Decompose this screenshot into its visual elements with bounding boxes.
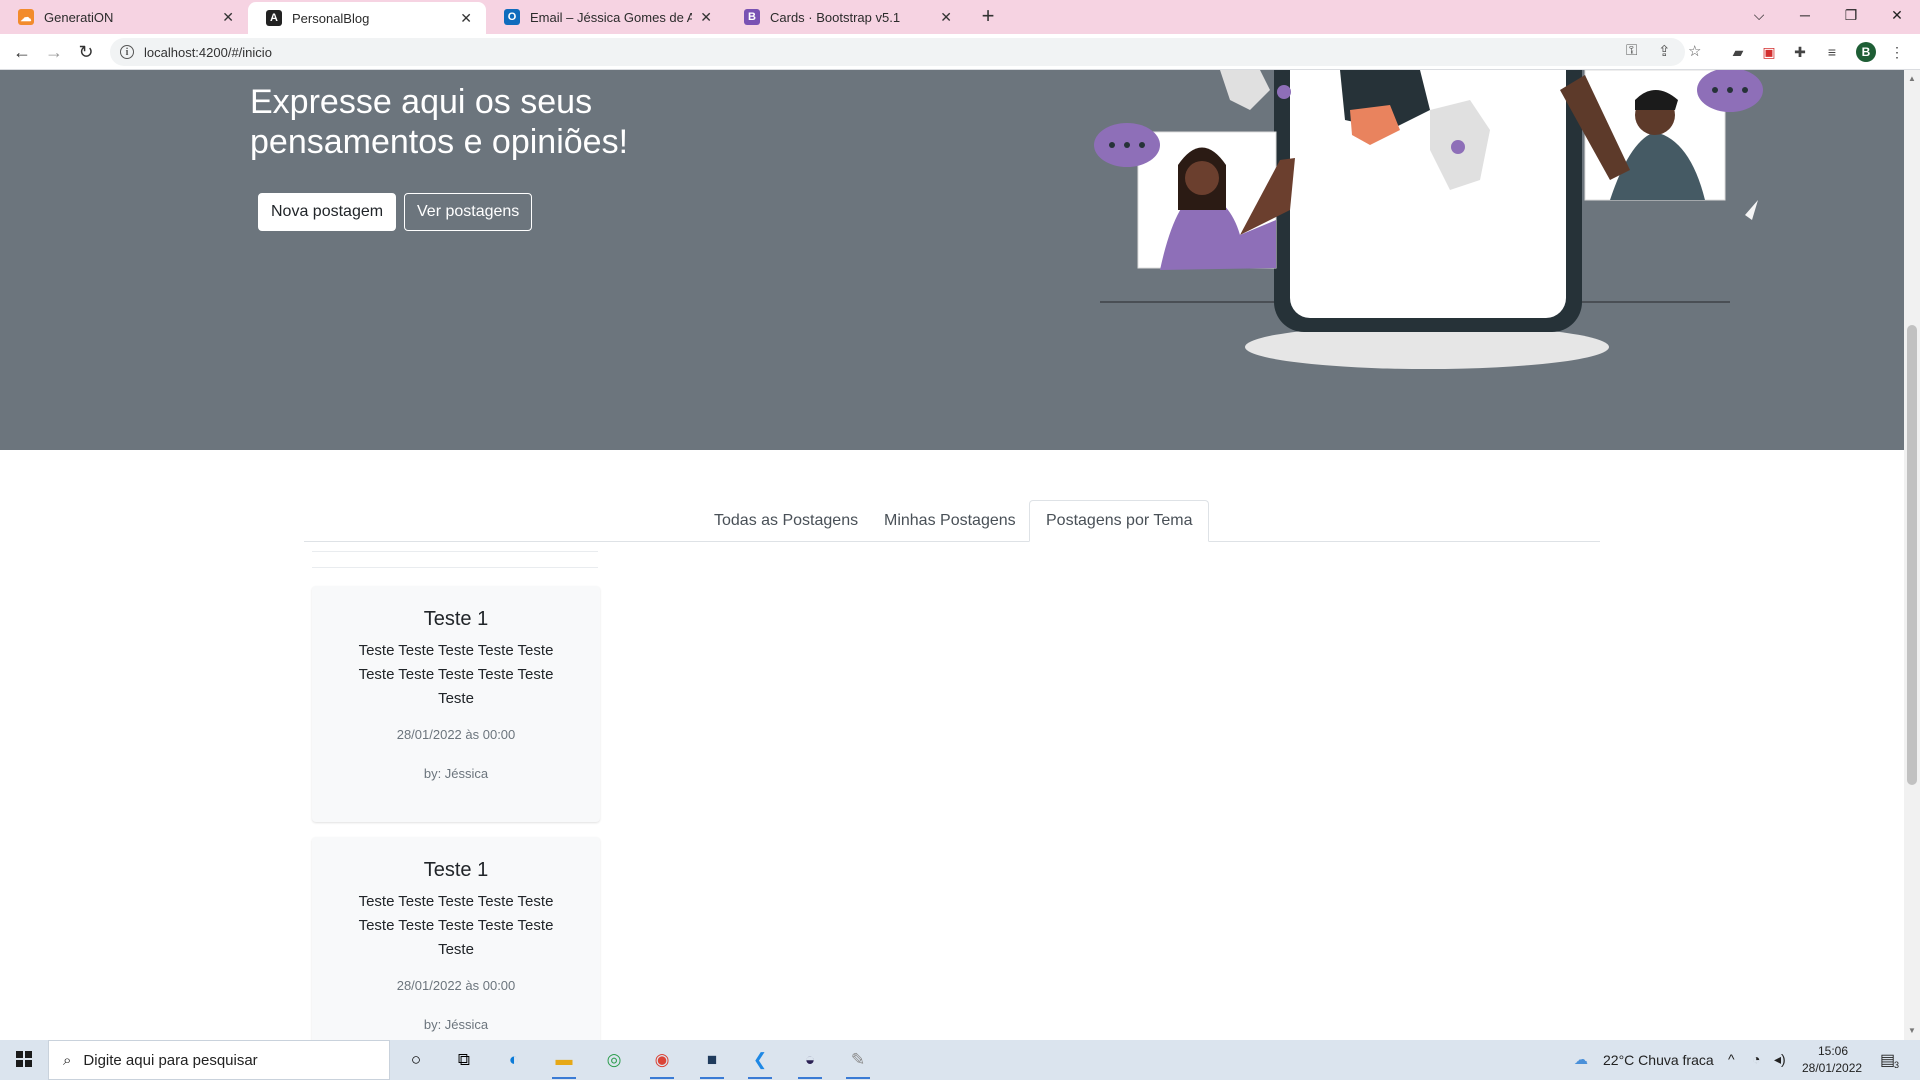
tab-email[interactable]: O Email – Jéssica Gomes de Almeida ✕ bbox=[486, 0, 726, 34]
close-icon[interactable]: ✕ bbox=[460, 10, 472, 27]
share-icon[interactable]: ⇪ bbox=[1658, 42, 1671, 60]
vscode-icon[interactable]: ❮ bbox=[746, 1046, 774, 1079]
angular-icon: A bbox=[266, 10, 282, 26]
reload-icon[interactable]: ↻ bbox=[74, 40, 98, 64]
clock-time[interactable]: 15:06 bbox=[1818, 1044, 1848, 1058]
close-icon[interactable]: ✕ bbox=[940, 9, 952, 26]
page-scrollbar[interactable]: ▲ ▼ bbox=[1904, 70, 1920, 1040]
show-hidden-icons-icon[interactable]: ^ bbox=[1728, 1051, 1735, 1067]
scroll-up-icon[interactable]: ▲ bbox=[1908, 74, 1916, 83]
clock-date[interactable]: 28/01/2022 bbox=[1802, 1061, 1862, 1075]
tab-title: Cards · Bootstrap v5.1 bbox=[770, 9, 901, 25]
post-filter-tabs: Todas as Postagens Minhas Postagens Post… bbox=[304, 500, 1600, 542]
back-icon[interactable]: ← bbox=[10, 40, 34, 64]
file-explorer-icon[interactable]: ▬ bbox=[550, 1046, 578, 1079]
scrollbar-thumb[interactable] bbox=[1907, 325, 1917, 785]
network-icon[interactable]: ◔ bbox=[1752, 1051, 1760, 1067]
tab-title: PersonalBlog bbox=[292, 10, 370, 26]
info-icon[interactable]: i bbox=[120, 45, 134, 59]
close-window-button[interactable]: ✕ bbox=[1874, 0, 1920, 30]
tab-title: GeneratiON bbox=[44, 9, 114, 25]
divider bbox=[312, 551, 598, 552]
tab-generation[interactable]: ☁ GeneratiON ✕ bbox=[0, 0, 248, 34]
post-card: Teste 1 Teste Teste Teste Teste Teste Te… bbox=[312, 586, 600, 822]
post-text: Teste Teste Teste Teste Teste Teste Test… bbox=[358, 893, 554, 958]
cloud-icon: ☁ bbox=[18, 9, 34, 25]
task-view-icon[interactable]: ⧉ bbox=[450, 1046, 478, 1074]
hero-illustration bbox=[1094, 70, 1763, 369]
post-date: 28/01/2022 às 00:00 bbox=[396, 727, 516, 742]
new-post-button[interactable]: Nova postagem bbox=[258, 193, 397, 231]
outlook-icon: O bbox=[504, 9, 520, 25]
tab-bootstrap-cards[interactable]: B Cards · Bootstrap v5.1 ✕ bbox=[726, 0, 966, 34]
reading-list-icon[interactable]: ≡ bbox=[1823, 43, 1841, 61]
view-posts-button[interactable]: Ver postagens bbox=[404, 193, 533, 231]
post-author: by: Jéssica bbox=[423, 766, 489, 781]
bookmark-star-icon[interactable]: ☆ bbox=[1688, 42, 1701, 60]
menu-icon[interactable]: ⋮ bbox=[1888, 43, 1906, 61]
post-author: by: Jéssica bbox=[423, 1017, 489, 1032]
key-icon[interactable]: ⚿ bbox=[1626, 42, 1637, 59]
windows-taskbar: ⌕ Digite aqui para pesquisar ○ ⧉ ◐ ▬ ◎ ◉… bbox=[0, 1040, 1920, 1080]
weather-icon: ☁ bbox=[1574, 1051, 1588, 1067]
post-text: Teste Teste Teste Teste Teste Teste Test… bbox=[358, 642, 554, 707]
page-viewport: Expresse aqui os seus pensamentos e opin… bbox=[0, 70, 1904, 1040]
cortana-icon[interactable]: ○ bbox=[402, 1046, 430, 1074]
hero-banner: Expresse aqui os seus pensamentos e opin… bbox=[0, 70, 1904, 450]
forward-icon[interactable]: → bbox=[42, 40, 66, 64]
close-icon[interactable]: ✕ bbox=[700, 9, 712, 26]
tab-all-posts[interactable]: Todas as Postagens bbox=[698, 500, 874, 542]
extensions-puzzle-icon[interactable]: ✚ bbox=[1791, 43, 1809, 61]
search-placeholder: Digite aqui para pesquisar bbox=[83, 1051, 258, 1069]
windows-start-icon[interactable] bbox=[8, 1048, 40, 1072]
chrome-icon[interactable]: ◉ bbox=[648, 1046, 676, 1079]
tab-posts-by-theme[interactable]: Postagens por Tema bbox=[1029, 500, 1210, 542]
post-title: Teste 1 bbox=[423, 608, 489, 630]
restore-button[interactable]: ❐ bbox=[1828, 0, 1874, 30]
edge-icon[interactable]: ◐ bbox=[500, 1046, 528, 1074]
scroll-down-icon[interactable]: ▼ bbox=[1908, 1026, 1916, 1035]
new-tab-button[interactable]: + bbox=[976, 5, 1000, 29]
eclipse-icon[interactable]: ◒ bbox=[796, 1046, 824, 1079]
hero-title: Expresse aqui os seus pensamentos e opin… bbox=[250, 83, 629, 161]
extension-chat-icon[interactable]: ▰ bbox=[1729, 43, 1747, 61]
profile-avatar[interactable]: B bbox=[1856, 42, 1876, 62]
tab-personalblog[interactable]: A PersonalBlog ✕ bbox=[248, 2, 486, 34]
search-icon: ⌕ bbox=[63, 1051, 72, 1069]
extension-shield-icon[interactable]: ▣ bbox=[1760, 43, 1778, 61]
tab-my-posts[interactable]: Minhas Postagens bbox=[868, 500, 1032, 542]
bootstrap-icon: B bbox=[744, 9, 760, 25]
taskbar-search[interactable]: ⌕ Digite aqui para pesquisar bbox=[48, 1040, 390, 1080]
notification-count: 3 bbox=[1894, 1060, 1900, 1070]
notification-icon[interactable]: ▤ bbox=[1880, 1050, 1895, 1070]
post-title: Teste 1 bbox=[423, 859, 489, 881]
paint-icon[interactable]: ✎ bbox=[844, 1046, 872, 1079]
url-text: localhost:4200/#/inicio bbox=[144, 44, 272, 60]
minimize-button[interactable]: ─ bbox=[1782, 0, 1828, 30]
browser-tab-strip: ☁ GeneratiON ✕ A PersonalBlog ✕ O Email … bbox=[0, 0, 1920, 34]
address-bar[interactable]: i localhost:4200/#/inicio bbox=[110, 38, 1685, 66]
weather-text[interactable]: 22°C Chuva fraca bbox=[1603, 1052, 1714, 1068]
tab-search-icon[interactable]: ⌵ bbox=[1736, 0, 1782, 30]
post-card: Teste 1 Teste Teste Teste Teste Teste Te… bbox=[312, 837, 600, 1040]
tab-title: Email – Jéssica Gomes de Almeida bbox=[530, 9, 693, 25]
browser-toolbar: ← → ↻ i localhost:4200/#/inicio ⚿ ⇪ ☆ ▰ … bbox=[0, 34, 1920, 70]
divider bbox=[312, 567, 598, 568]
volume-icon[interactable]: ◂) bbox=[1774, 1051, 1786, 1068]
mysql-workbench-icon[interactable]: ■ bbox=[698, 1046, 726, 1079]
post-date: 28/01/2022 às 00:00 bbox=[396, 978, 516, 993]
sts-icon[interactable]: ◎ bbox=[600, 1046, 628, 1074]
close-icon[interactable]: ✕ bbox=[222, 9, 234, 26]
